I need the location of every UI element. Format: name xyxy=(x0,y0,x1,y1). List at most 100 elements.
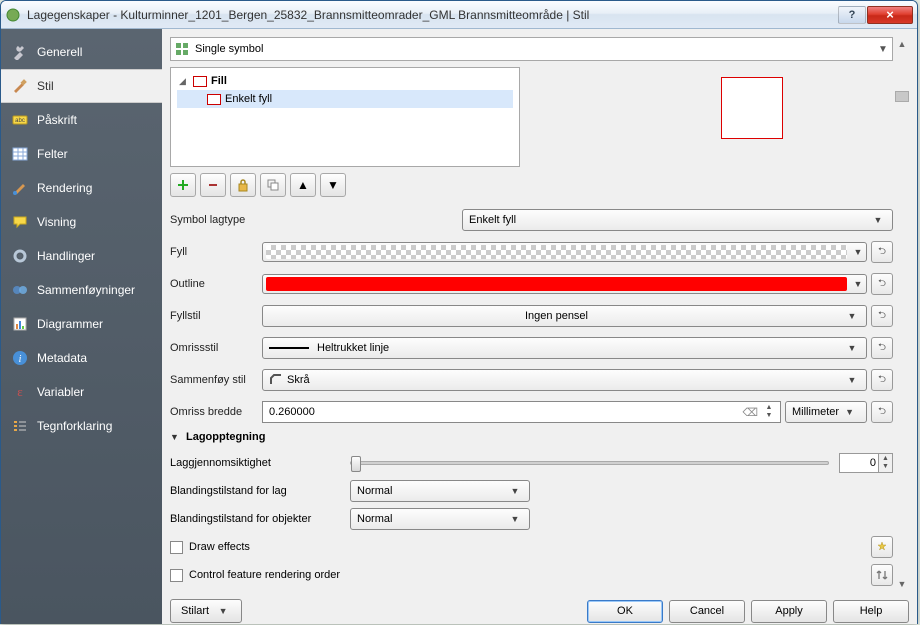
vertical-scrollbar[interactable]: ▲ ▼ xyxy=(895,37,909,591)
paintbrush-icon xyxy=(11,179,29,197)
ok-button[interactable]: OK xyxy=(587,600,663,623)
scroll-up-icon[interactable]: ▲ xyxy=(895,37,909,51)
title-bar[interactable]: Lagegenskaper - Kulturminner_1201_Bergen… xyxy=(1,1,917,29)
epsilon-icon: ε xyxy=(11,383,29,401)
sidebar-item-labels[interactable]: abc Påskrift xyxy=(1,103,162,137)
blend-layer-combo[interactable]: Normal ▼ xyxy=(350,480,530,502)
apply-button[interactable]: Apply xyxy=(751,600,827,623)
outline-color-chip xyxy=(266,277,847,291)
joinstyle-combo[interactable]: Skrå ▼ xyxy=(262,369,867,391)
data-defined-button[interactable]: ⮌ xyxy=(871,369,893,391)
sidebar-label: Visning xyxy=(37,215,76,229)
chevron-down-icon: ▼ xyxy=(850,247,866,257)
opacity-value-box[interactable]: 0 xyxy=(839,453,879,473)
data-defined-button[interactable]: ⮌ xyxy=(871,241,893,263)
blend-feature-label: Blandingstilstand for objekter xyxy=(170,513,350,525)
control-order-label: Control feature rendering order xyxy=(189,569,340,581)
chevron-down-icon: ▼ xyxy=(844,375,860,385)
gear-icon xyxy=(11,247,29,265)
outlinewidth-field[interactable] xyxy=(267,405,738,419)
chevron-down-icon: ▼ xyxy=(844,343,860,353)
title-help-button[interactable]: ? xyxy=(838,6,866,24)
sidebar-label: Sammenføyninger xyxy=(37,283,135,297)
move-up-button[interactable]: ▲ xyxy=(290,173,316,197)
sidebar-item-joins[interactable]: Sammenføyninger xyxy=(1,273,162,307)
opacity-slider[interactable] xyxy=(350,461,829,465)
tree-child[interactable]: Enkelt fyll xyxy=(177,90,513,108)
effects-config-button[interactable] xyxy=(871,536,893,558)
tree-root-label: Fill xyxy=(211,75,227,87)
style-menu-button[interactable]: Stilart ▼ xyxy=(170,599,242,623)
collapse-icon: ▼ xyxy=(170,432,180,442)
symbol-toolbar: ▲ ▼ xyxy=(170,173,893,197)
draw-effects-checkbox[interactable] xyxy=(170,541,183,554)
add-layer-button[interactable] xyxy=(170,173,196,197)
duplicate-layer-button[interactable] xyxy=(260,173,286,197)
sidebar-item-general[interactable]: Generell xyxy=(1,35,162,69)
tree-root[interactable]: ◢ Fill xyxy=(177,72,513,90)
title-close-button[interactable]: × xyxy=(867,6,913,24)
joinstyle-label: Sammenføy stil xyxy=(170,374,262,386)
outlinestyle-combo[interactable]: Heltrukket linje ▼ xyxy=(262,337,867,359)
blend-layer-value: Normal xyxy=(357,485,507,497)
chevron-down-icon: ▼ xyxy=(850,279,866,289)
sidebar-item-diagrams[interactable]: Diagrammer xyxy=(1,307,162,341)
outline-color-button[interactable]: ▼ xyxy=(262,274,867,294)
chevron-down-icon: ▼ xyxy=(874,44,892,55)
sidebar-label: Metadata xyxy=(37,351,87,365)
bevel-icon xyxy=(269,374,283,386)
data-defined-button[interactable]: ⮌ xyxy=(871,273,893,295)
outlinewidth-input[interactable]: ⌫ ▲▼ xyxy=(262,401,781,423)
sidebar-label: Felter xyxy=(37,147,68,161)
slider-thumb[interactable] xyxy=(351,456,361,472)
fillstyle-combo[interactable]: Ingen pensel ▼ xyxy=(262,305,867,327)
spinner-arrows[interactable]: ▲▼ xyxy=(879,453,893,473)
fill-swatch xyxy=(193,76,207,87)
sidebar-item-metadata[interactable]: i Metadata xyxy=(1,341,162,375)
renderer-type-value: Single symbol xyxy=(193,43,874,55)
move-down-button[interactable]: ▼ xyxy=(320,173,346,197)
sidebar-item-fields[interactable]: Felter xyxy=(1,137,162,171)
data-defined-button[interactable]: ⮌ xyxy=(871,305,893,327)
control-order-checkbox[interactable] xyxy=(170,569,183,582)
expand-icon[interactable]: ◢ xyxy=(179,76,189,87)
tree-child-label: Enkelt fyll xyxy=(225,93,272,105)
fill-swatch xyxy=(207,94,221,105)
svg-text:abc: abc xyxy=(15,118,25,124)
svg-text:i: i xyxy=(19,354,22,365)
unit-combo[interactable]: Millimeter ▼ xyxy=(785,401,867,423)
sidebar-label: Diagrammer xyxy=(37,317,103,331)
spinner-arrows[interactable]: ▲▼ xyxy=(762,404,776,420)
sidebar-item-display[interactable]: Visning xyxy=(1,205,162,239)
order-config-button[interactable] xyxy=(871,564,893,586)
layer-rendering-header[interactable]: ▼ Lagopptegning xyxy=(170,431,893,443)
joins-icon xyxy=(11,281,29,299)
chevron-down-icon: ▼ xyxy=(215,606,231,616)
draw-effects-label: Draw effects xyxy=(189,541,250,553)
scrollbar-thumb[interactable] xyxy=(895,91,909,102)
data-defined-button[interactable]: ⮌ xyxy=(871,337,893,359)
fill-color-button[interactable]: ▼ xyxy=(262,242,867,262)
chevron-down-icon: ▼ xyxy=(507,514,523,524)
sidebar-label: Rendering xyxy=(37,181,92,195)
sidebar-item-actions[interactable]: Handlinger xyxy=(1,239,162,273)
cancel-button[interactable]: Cancel xyxy=(669,600,745,623)
renderer-type-combo[interactable]: Single symbol ▼ xyxy=(170,37,893,61)
clear-icon[interactable]: ⌫ xyxy=(738,406,762,419)
lock-layer-button[interactable] xyxy=(230,173,256,197)
remove-layer-button[interactable] xyxy=(200,173,226,197)
layer-type-combo[interactable]: Enkelt fyll ▼ xyxy=(462,209,893,231)
sidebar-item-style[interactable]: Stil xyxy=(1,69,162,103)
outlinestyle-value: Heltrukket linje xyxy=(317,342,844,354)
symbol-layer-tree[interactable]: ◢ Fill Enkelt fyll xyxy=(170,67,520,167)
sidebar-item-legend[interactable]: Tegnforklaring xyxy=(1,409,162,443)
sidebar-item-rendering[interactable]: Rendering xyxy=(1,171,162,205)
layer-type-label: Symbol lagtype xyxy=(170,214,262,226)
blend-feature-combo[interactable]: Normal ▼ xyxy=(350,508,530,530)
sidebar-item-variables[interactable]: ε Variabler xyxy=(1,375,162,409)
data-defined-button[interactable]: ⮌ xyxy=(871,401,893,423)
labels-icon: abc xyxy=(11,111,29,129)
fill-color-chip xyxy=(266,245,847,259)
scroll-down-icon[interactable]: ▼ xyxy=(895,577,909,591)
help-button[interactable]: Help xyxy=(833,600,909,623)
